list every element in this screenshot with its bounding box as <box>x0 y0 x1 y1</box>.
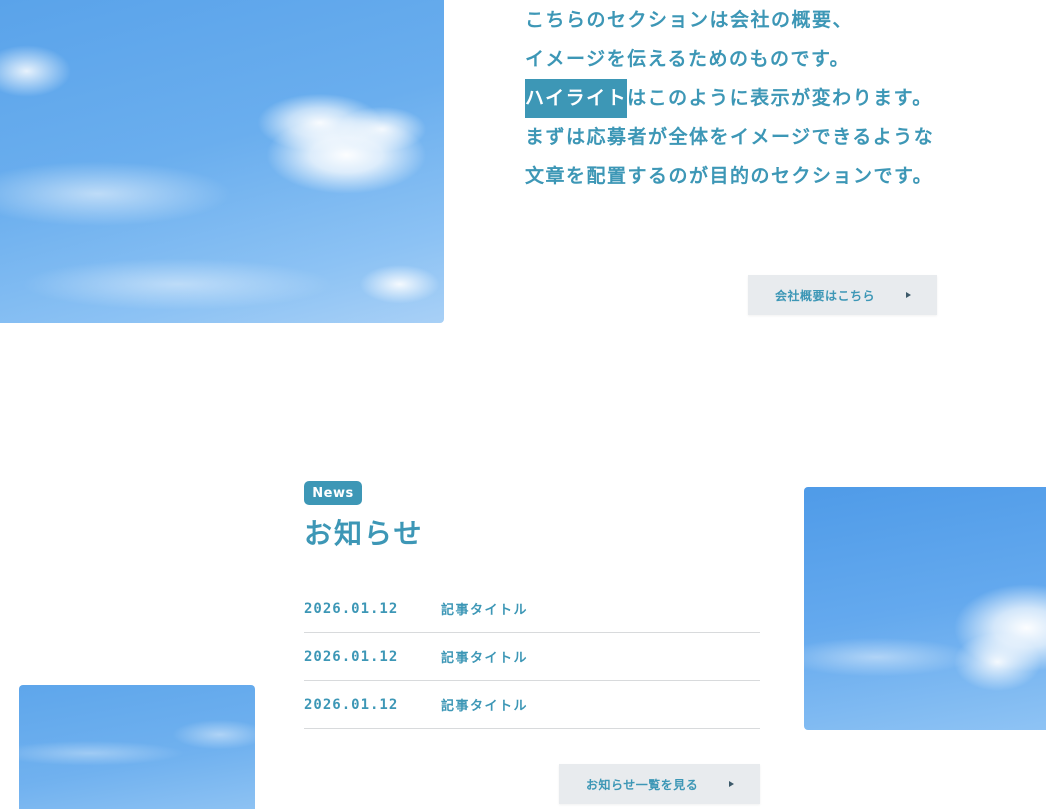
overview-line-2: イメージを伝えるためのものです。 <box>525 48 851 70</box>
triangle-right-icon <box>729 781 734 787</box>
news-title-link[interactable]: 記事タイトル <box>441 599 528 618</box>
overview-line-5: 文章を配置するのが目的のセクションです。 <box>525 165 934 187</box>
news-date: 2026.01.12 <box>304 600 399 617</box>
overview-line-3-rest: はこのように表示が変わります。 <box>627 87 933 109</box>
overview-line-4: まずは応募者が全体をイメージできるような <box>525 126 935 148</box>
news-title-link[interactable]: 記事タイトル <box>441 695 528 714</box>
news-section-title: お知らせ <box>304 517 424 550</box>
news-list-button[interactable]: お知らせ一覧を見る <box>559 764 760 804</box>
news-list-item[interactable]: 2026.01.12 記事タイトル <box>304 633 760 681</box>
highlight-word: ハイライト <box>525 79 628 118</box>
news-sky-image-bottom <box>19 685 255 809</box>
news-badge: News <box>304 481 362 505</box>
news-date: 2026.01.12 <box>304 696 399 713</box>
news-sky-image-right <box>804 487 1046 730</box>
news-date: 2026.01.12 <box>304 648 399 665</box>
overview-line-3: ハイライトはこのように表示が変わります。 <box>525 79 965 118</box>
company-sky-image <box>0 0 444 323</box>
overview-line-1: こちらのセクションは会社の概要、 <box>525 9 854 31</box>
news-list: 2026.01.12 記事タイトル 2026.01.12 記事タイトル 2026… <box>304 585 760 729</box>
news-list-item[interactable]: 2026.01.12 記事タイトル <box>304 681 760 729</box>
news-list-button-label: お知らせ一覧を見る <box>586 777 699 792</box>
company-overview-text: こちらのセクションは会社の概要、 イメージを伝えるためのものです。 ハイライトは… <box>525 1 965 196</box>
company-overview-button[interactable]: 会社概要はこちら <box>748 275 937 315</box>
news-title-link[interactable]: 記事タイトル <box>441 647 528 666</box>
company-overview-button-label: 会社概要はこちら <box>775 288 876 303</box>
news-list-item[interactable]: 2026.01.12 記事タイトル <box>304 585 760 633</box>
triangle-right-icon <box>906 292 911 298</box>
